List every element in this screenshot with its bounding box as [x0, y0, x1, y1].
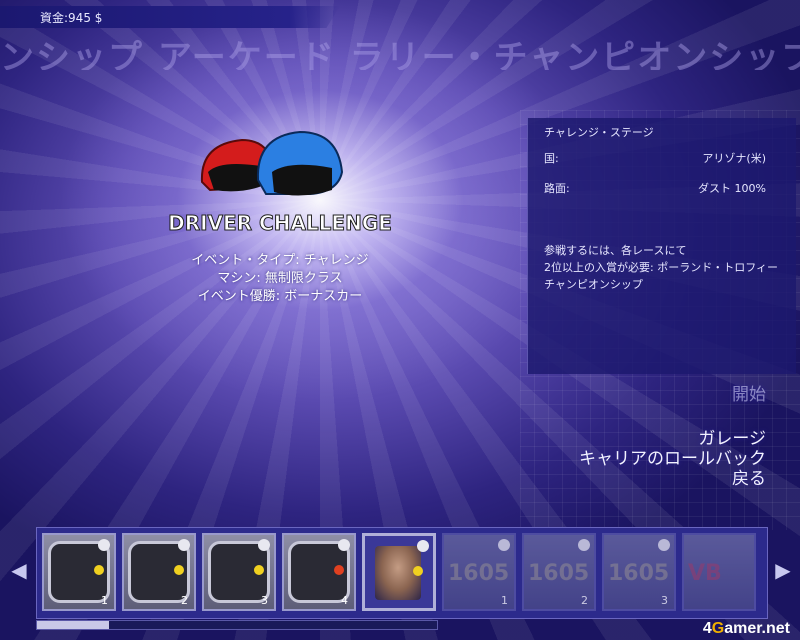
- stage-card-driver-selected[interactable]: [362, 533, 436, 611]
- note-line: 参戦するには、各レースにて: [544, 244, 687, 257]
- menu-start[interactable]: 開始: [732, 380, 766, 405]
- award-icon: [174, 565, 184, 575]
- country-value: アリゾナ(米): [702, 152, 766, 165]
- card-number: 2: [181, 594, 188, 607]
- scrolling-banner: ンシップ アーケード ラリー・チャンピオンシップ アーケード ラリ: [0, 38, 800, 70]
- watermark-part: G: [711, 620, 725, 637]
- event-machine: マシン: 無制限クラス: [217, 271, 343, 286]
- event-type: イベント・タイプ: チャレンジ: [191, 253, 369, 268]
- card-number: 4: [341, 594, 348, 607]
- card-code: 1605: [448, 561, 510, 586]
- award-icon: [413, 566, 423, 576]
- entry-requirement-note: 参戦するには、各レースにて 2位以上の入賞が必要: ポーランド・トロフィー チャ…: [544, 242, 784, 293]
- stage-card-3[interactable]: 3: [202, 533, 276, 611]
- flag-icon: [98, 539, 110, 551]
- scroll-right-arrow-icon[interactable]: ▶: [770, 540, 796, 600]
- stage-card-locked-1[interactable]: 1605 1: [442, 533, 516, 611]
- progress-bar: [36, 620, 438, 630]
- flag-icon: [658, 539, 670, 551]
- stage-card-4[interactable]: 4: [282, 533, 356, 611]
- stage-info-panel: チャレンジ・ステージ 国: アリゾナ(米) 路面: ダスト 100% 参戦するに…: [527, 118, 796, 374]
- logo-text: DRIVER CHALLENGE: [168, 211, 392, 235]
- card-number: 2: [581, 594, 588, 607]
- award-icon: [254, 565, 264, 575]
- card-number: 1: [501, 594, 508, 607]
- panel-title: チャレンジ・ステージ: [544, 126, 654, 139]
- menu-back[interactable]: 戻る: [732, 464, 766, 489]
- watermark-part: 4: [702, 620, 712, 637]
- scroll-left-arrow-icon[interactable]: ◀: [6, 540, 32, 600]
- stage-card-2[interactable]: 2: [122, 533, 196, 611]
- blue-helmet-icon: [256, 130, 344, 196]
- stage-card-locked-3[interactable]: 1605 3: [602, 533, 676, 611]
- card-code: 1605: [608, 561, 670, 586]
- event-prize: イベント優勝: ボーナスカー: [197, 289, 363, 304]
- card-number: 3: [661, 594, 668, 607]
- award-icon: [334, 565, 344, 575]
- surface-label: 路面:: [544, 182, 570, 195]
- watermark-part: amer.net: [724, 620, 790, 637]
- note-line: 2位以上の入賞が必要: ポーランド・トロフィー: [544, 261, 778, 274]
- event-info: イベント・タイプ: チャレンジ マシン: 無制限クラス イベント優勝: ボーナス…: [170, 252, 390, 306]
- country-label: 国:: [544, 152, 559, 165]
- stage-card-1[interactable]: 1: [42, 533, 116, 611]
- site-watermark: 4Gamer.net: [703, 620, 790, 638]
- flag-icon: [258, 539, 270, 551]
- progress-fill: [37, 621, 109, 629]
- surface-value: ダスト 100%: [698, 182, 766, 195]
- flag-icon: [498, 539, 510, 551]
- card-number: 3: [261, 594, 268, 607]
- card-code: VB: [688, 561, 722, 586]
- stage-card-locked-2[interactable]: 1605 2: [522, 533, 596, 611]
- flag-icon: [338, 539, 350, 551]
- card-code: 1605: [528, 561, 590, 586]
- flag-icon: [417, 540, 429, 552]
- note-line: チャンピオンシップ: [544, 278, 643, 291]
- stage-card-locked-4[interactable]: VB: [682, 533, 756, 611]
- funds-label: 資金:945 $: [40, 11, 103, 25]
- flag-icon: [178, 539, 190, 551]
- award-icon: [94, 565, 104, 575]
- driver-challenge-logo: DRIVER CHALLENGE: [150, 120, 410, 240]
- flag-icon: [578, 539, 590, 551]
- card-number: 1: [101, 594, 108, 607]
